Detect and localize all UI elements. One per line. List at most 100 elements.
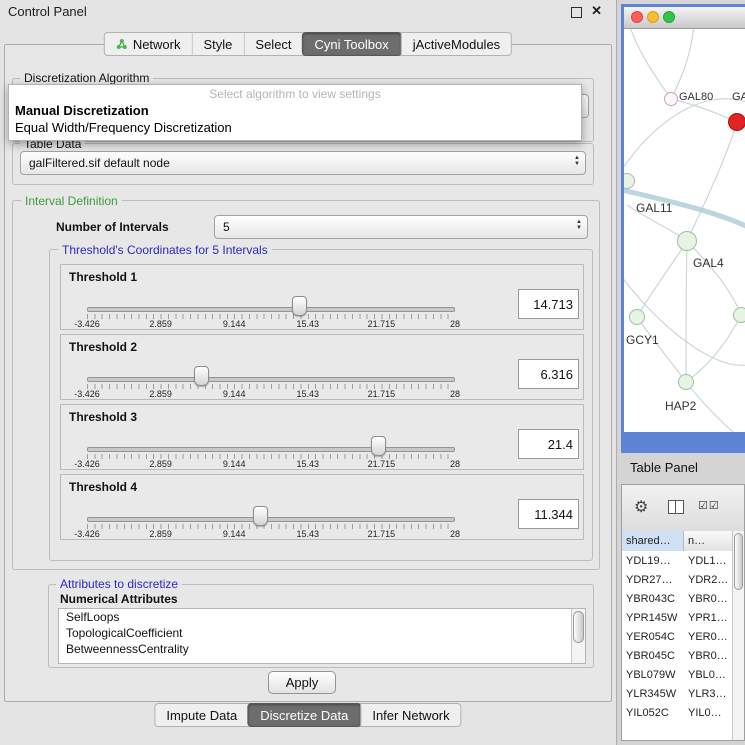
scale-label: -3.426 bbox=[74, 319, 100, 329]
list-item[interactable]: BetweennessCentrality bbox=[59, 641, 585, 657]
threshold-value-field[interactable]: 21.4 bbox=[518, 429, 579, 459]
node-label-partial: GA bbox=[732, 91, 745, 103]
scale-label: 15.43 bbox=[297, 529, 320, 539]
threshold-slider[interactable]: -3.426 2.859 9.144 15.43 21.715 28 bbox=[87, 405, 455, 469]
table-data-selected: galFiltered.sif default node bbox=[29, 156, 170, 170]
scale-label: 9.144 bbox=[223, 529, 246, 539]
table-row[interactable]: YER054CYER0… bbox=[622, 627, 744, 646]
tab-label: Cyni Toolbox bbox=[315, 37, 389, 52]
gear-icon[interactable]: ⚙ bbox=[634, 497, 648, 517]
node-gcy1[interactable] bbox=[629, 309, 645, 325]
threshold-panel-4: Threshold 4 -3.426 2.859 9.144 15.43 21.… bbox=[60, 474, 584, 540]
list-item[interactable]: TopologicalCoefficient bbox=[59, 625, 585, 641]
thresholds-groupbox: Threshold's Coordinates for 5 Intervals … bbox=[49, 249, 593, 561]
num-intervals-combobox[interactable]: 5 ▲▼ bbox=[214, 215, 588, 239]
table-body: YDL19…YDL1… YDR27…YDR2… YBR043CYBR0… YPR… bbox=[622, 551, 744, 740]
slider-thumb[interactable] bbox=[253, 506, 268, 526]
node-right-edge[interactable] bbox=[733, 307, 745, 323]
tab-infer-network[interactable]: Infer Network bbox=[360, 704, 460, 726]
table-row[interactable]: YBR045CYBR0… bbox=[622, 646, 744, 665]
scale-label: 2.859 bbox=[149, 529, 172, 539]
window-title: Control Panel bbox=[8, 4, 87, 19]
tab-label: Impute Data bbox=[166, 708, 237, 723]
scale-label: 9.144 bbox=[223, 389, 246, 399]
control-panel-window: Control Panel ✕ Network Style Select Cyn… bbox=[0, 0, 617, 745]
table-panel-title: Table Panel bbox=[630, 460, 698, 475]
network-window-titlebar[interactable] bbox=[624, 7, 745, 29]
minimize-traffic-light-icon[interactable] bbox=[647, 11, 659, 23]
slider-track[interactable] bbox=[87, 517, 455, 522]
node-label-gal4: GAL4 bbox=[693, 256, 724, 270]
slider-track[interactable] bbox=[87, 447, 455, 452]
slider-thumb[interactable] bbox=[292, 296, 307, 316]
scale-label: 28 bbox=[450, 529, 460, 539]
dropdown-option-manual[interactable]: Manual Discretization bbox=[9, 102, 581, 119]
num-intervals-label: Number of Intervals bbox=[56, 220, 169, 234]
checkbox-filter-icons[interactable]: ☑☑ bbox=[698, 499, 720, 512]
scrollbar-thumb[interactable] bbox=[573, 611, 584, 643]
node-label-gal11: GAL11 bbox=[636, 201, 672, 215]
scale-label: 15.43 bbox=[297, 319, 320, 329]
list-item[interactable]: SelfLoops bbox=[59, 609, 585, 625]
scrollbar-thumb[interactable] bbox=[734, 533, 743, 590]
tab-network[interactable]: Network bbox=[105, 33, 192, 55]
table-row[interactable]: YDL19…YDL1… bbox=[622, 551, 744, 570]
table-row[interactable]: YIL052CYIL0… bbox=[622, 703, 744, 722]
node-label-gcy1: GCY1 bbox=[626, 333, 659, 347]
attributes-group-title: Attributes to discretize bbox=[56, 577, 182, 591]
columns-icon[interactable] bbox=[668, 500, 684, 514]
table-data-combobox[interactable]: galFiltered.sif default node ▲▼ bbox=[20, 151, 586, 175]
tab-label: Select bbox=[255, 37, 291, 52]
scale-label: -3.426 bbox=[74, 529, 100, 539]
tab-cyni-toolbox[interactable]: Cyni Toolbox bbox=[302, 32, 402, 56]
bottom-tab-bar: Impute Data Discretize Data Infer Networ… bbox=[154, 703, 461, 727]
scale-label: -3.426 bbox=[74, 389, 100, 399]
slider-track[interactable] bbox=[87, 307, 455, 312]
slider-thumb[interactable] bbox=[194, 366, 209, 386]
node-gal4[interactable] bbox=[677, 231, 697, 251]
close-icon[interactable]: ✕ bbox=[591, 3, 602, 19]
stepper-arrows-icon[interactable]: ▲▼ bbox=[574, 155, 580, 167]
zoom-traffic-light-icon[interactable] bbox=[663, 11, 675, 23]
tab-impute-data[interactable]: Impute Data bbox=[155, 704, 248, 726]
list-scrollbar[interactable] bbox=[571, 609, 585, 663]
threshold-slider[interactable]: -3.426 2.859 9.144 15.43 21.715 28 bbox=[87, 475, 455, 539]
tab-label: Discretize Data bbox=[260, 708, 348, 723]
table-row[interactable]: YLR345WYLR3… bbox=[622, 684, 744, 703]
table-row[interactable]: YDR27…YDR2… bbox=[622, 570, 744, 589]
node-gal80[interactable] bbox=[664, 92, 678, 106]
node-red-selected[interactable] bbox=[728, 113, 745, 131]
close-traffic-light-icon[interactable] bbox=[631, 11, 643, 23]
table-scrollbar[interactable] bbox=[732, 531, 744, 740]
table-row[interactable]: YBR043CYBR0… bbox=[622, 589, 744, 608]
node-hap2[interactable] bbox=[678, 374, 694, 390]
slider-track[interactable] bbox=[87, 377, 455, 382]
table-row[interactable]: YBL079WYBL0… bbox=[622, 665, 744, 684]
dropdown-option-equal-width[interactable]: Equal Width/Frequency Discretization bbox=[9, 119, 581, 140]
scale-label: 2.859 bbox=[149, 389, 172, 399]
tab-style[interactable]: Style bbox=[192, 33, 244, 55]
threshold-value-field[interactable]: 14.713 bbox=[518, 289, 579, 319]
slider-thumb[interactable] bbox=[371, 436, 386, 456]
interval-definition-groupbox: Interval Definition Number of Intervals … bbox=[12, 200, 600, 570]
desktop: Control Panel ✕ Network Style Select Cyn… bbox=[0, 0, 745, 745]
tab-jactivemodules[interactable]: jActiveModules bbox=[401, 33, 511, 55]
tab-select[interactable]: Select bbox=[243, 33, 302, 55]
apply-button[interactable]: Apply bbox=[268, 671, 336, 694]
float-window-icon[interactable] bbox=[571, 7, 582, 18]
scale-label: 9.144 bbox=[223, 319, 246, 329]
tab-discretize-data[interactable]: Discretize Data bbox=[247, 703, 361, 727]
table-row[interactable]: YPR145WYPR1… bbox=[622, 608, 744, 627]
threshold-panel-2: Threshold 2 -3.426 2.859 9.144 15.43 21.… bbox=[60, 334, 584, 400]
threshold-value-field[interactable]: 6.316 bbox=[518, 359, 579, 389]
slider-ticks bbox=[87, 524, 455, 529]
threshold-value-field[interactable]: 11.344 bbox=[518, 499, 579, 529]
threshold-slider[interactable]: -3.426 2.859 9.144 15.43 21.715 28 bbox=[87, 265, 455, 329]
scale-label: 2.859 bbox=[149, 319, 172, 329]
stepper-arrows-icon[interactable]: ▲▼ bbox=[576, 219, 582, 231]
scale-label: 21.715 bbox=[368, 389, 396, 399]
network-canvas[interactable]: GAL80 GA GAL11 GAL4 GCY1 HAP2 bbox=[624, 29, 745, 432]
column-header-shared-name[interactable]: shared… bbox=[622, 531, 684, 551]
threshold-slider[interactable]: -3.426 2.859 9.144 15.43 21.715 28 bbox=[87, 335, 455, 399]
num-intervals-value: 5 bbox=[223, 220, 230, 234]
